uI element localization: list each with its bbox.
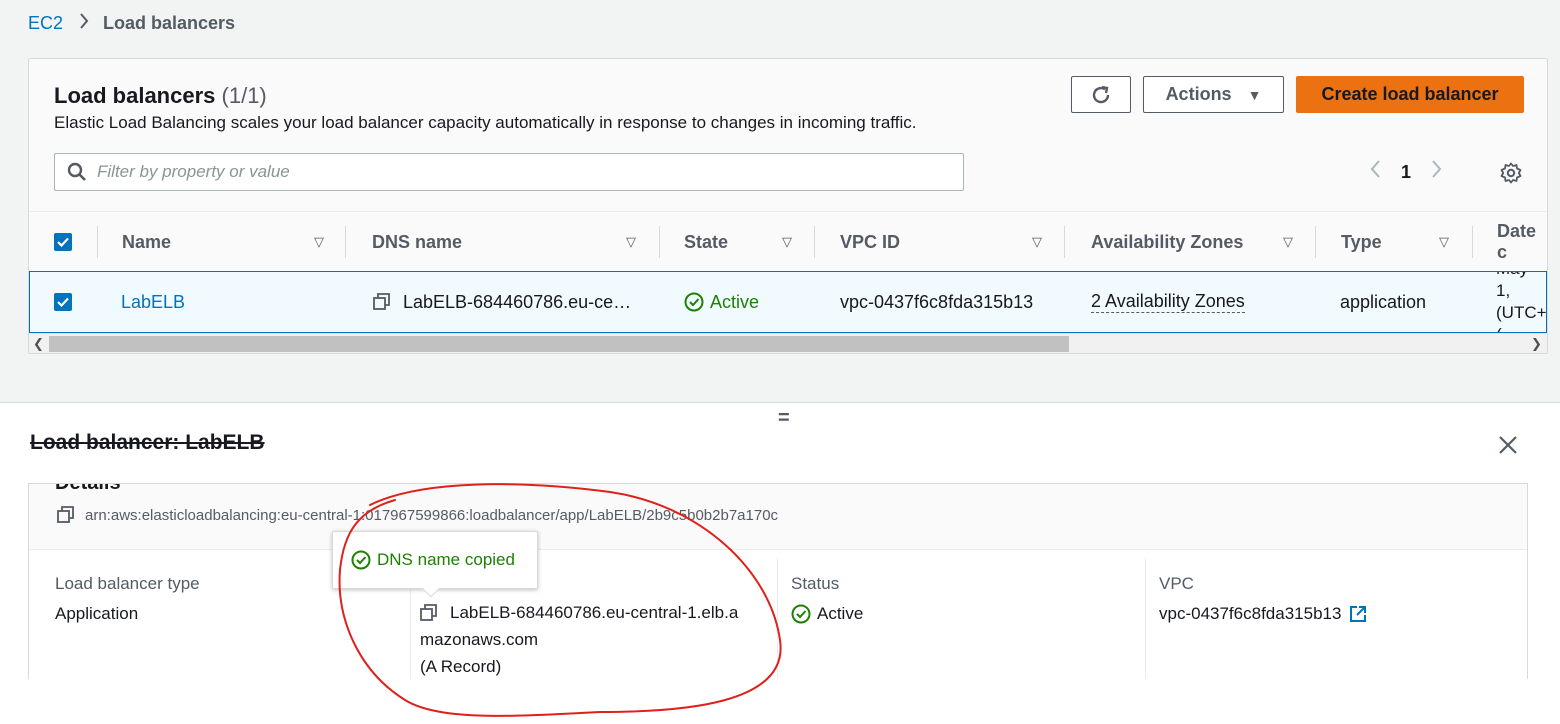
dns-line-3: (A Record) [420, 657, 502, 676]
breadcrumb-ec2-link[interactable]: EC2 [28, 13, 63, 34]
scroll-right-icon[interactable]: ❯ [1531, 334, 1542, 354]
breadcrumb-current: Load balancers [103, 13, 236, 33]
drag-handle-icon[interactable]: = [778, 407, 790, 430]
sort-icon[interactable]: ▽ [782, 234, 792, 250]
vpc-id-cell: vpc-0437f6c8fda315b13 [840, 291, 1034, 312]
azs-text[interactable]: 2 Availability Zones [1091, 291, 1245, 313]
column-header-dns[interactable]: DNS name ▽ [372, 212, 636, 271]
refresh-button[interactable] [1071, 76, 1131, 113]
select-all-checkbox[interactable] [54, 212, 72, 271]
filter-box [54, 153, 964, 191]
lb-name-link[interactable]: LabELB [121, 272, 185, 332]
column-header-vpc[interactable]: VPC ID ▽ [840, 212, 1042, 271]
check-circle-icon [351, 550, 371, 570]
scroll-left-icon[interactable]: ❮ [33, 334, 44, 354]
azs-cell[interactable]: 2 Availability Zones [1091, 272, 1245, 332]
check-circle-icon [791, 604, 811, 624]
breadcrumb: EC2 Load balancers [28, 13, 235, 34]
copied-tooltip: DNS name copied [332, 531, 538, 598]
scrollbar-thumb[interactable] [49, 336, 1069, 352]
date-line2: (UTC+( [1496, 303, 1547, 332]
sort-icon[interactable]: ▽ [1439, 234, 1449, 250]
tooltip-text: DNS name copied [377, 550, 515, 569]
sort-icon[interactable]: ▽ [1283, 234, 1293, 250]
dns-name-text: LabELB-684460786.eu-ce… [403, 291, 632, 312]
actions-button[interactable]: Actions ▼ [1143, 76, 1284, 113]
chevron-right-icon[interactable] [1431, 159, 1443, 185]
column-header-name[interactable]: Name ▽ [122, 212, 324, 271]
create-load-balancer-button[interactable]: Create load balancer [1296, 76, 1524, 113]
pagination: 1 [1369, 159, 1443, 185]
chevron-left-icon[interactable] [1369, 159, 1381, 185]
dns-line-1: LabELB-684460786.eu-central-1.elb.a [450, 603, 739, 622]
dns-line-2: mazonaws.com [420, 630, 539, 649]
check-circle-icon [684, 292, 704, 312]
vpc-link-text[interactable]: vpc-0437f6c8fda315b13 [1159, 604, 1341, 624]
column-header-type[interactable]: Type ▽ [1341, 212, 1449, 271]
details-title: Details [55, 483, 121, 494]
status-text: Active [817, 604, 864, 623]
actions-label: Actions [1165, 84, 1232, 104]
sort-icon[interactable]: ▽ [1032, 234, 1042, 250]
copy-icon[interactable] [420, 603, 438, 622]
status-field: Status Active [791, 550, 1141, 679]
chevron-right-icon [79, 13, 89, 34]
sort-icon[interactable]: ▽ [626, 234, 636, 250]
dns-name-cell: LabELB-684460786.eu-ce… [373, 272, 631, 332]
lb-type-value: Application [55, 604, 139, 623]
arn-row: arn:aws:elasticloadbalancing:eu-central-… [57, 506, 778, 524]
type-cell: application [1340, 291, 1427, 312]
load-balancers-panel: Load balancers (1/1) Elastic Load Balanc… [28, 58, 1548, 354]
dns-value: LabELB-684460786.eu-central-1.elb.a mazo… [420, 599, 770, 680]
state-text: Active [710, 291, 760, 312]
column-header-date[interactable]: Date c [1497, 212, 1547, 271]
panel-count: (1/1) [221, 83, 267, 108]
close-icon[interactable] [1498, 431, 1518, 462]
copy-icon[interactable] [373, 293, 391, 311]
panel-description: Elastic Load Balancing scales your load … [54, 113, 917, 132]
refresh-icon [1092, 85, 1110, 103]
horizontal-scrollbar[interactable]: ❮ ❯ [29, 333, 1547, 353]
details-header: Details arn:aws:elasticloadbalancing:eu-… [29, 483, 1527, 550]
arn-text: arn:aws:elasticloadbalancing:eu-central-… [85, 506, 779, 524]
status-label: Status [791, 574, 840, 593]
sort-icon[interactable]: ▽ [314, 234, 324, 250]
external-link-icon[interactable] [1349, 605, 1367, 623]
table-row[interactable]: LabELB LabELB-684460786.eu-ce… Active vp… [29, 271, 1547, 333]
column-header-state[interactable]: State ▽ [684, 212, 792, 271]
vpc-label: VPC [1159, 574, 1194, 593]
state-cell: Active [684, 272, 759, 332]
details-section: Details arn:aws:elasticloadbalancing:eu-… [28, 483, 1528, 679]
lb-type-label: Load balancer type [55, 574, 200, 593]
column-header-azs[interactable]: Availability Zones ▽ [1091, 212, 1293, 271]
search-input[interactable] [97, 162, 937, 182]
date-cell: May 1, (UTC+( [1496, 272, 1547, 332]
page-title: Load balancers (1/1) [54, 83, 267, 109]
panel-title-text: Load balancers [54, 83, 216, 108]
split-panel: = Load balancer: LabELB Details arn:aws:… [0, 402, 1560, 724]
vpc-link[interactable]: vpc-0437f6c8fda315b13 [1159, 604, 1367, 624]
gear-icon[interactable] [1499, 161, 1523, 190]
copy-icon[interactable] [57, 506, 75, 524]
table-header: Name ▽ DNS name ▽ State ▽ VPC ID ▽ Availabil… [29, 211, 1547, 271]
status-value: Active [791, 604, 863, 624]
page-number[interactable]: 1 [1401, 162, 1411, 183]
create-label: Create load balancer [1321, 84, 1499, 104]
vpc-field: VPC vpc-0437f6c8fda315b13 [1159, 550, 1509, 679]
search-icon [67, 162, 86, 181]
date-line1: May 1, [1496, 272, 1528, 300]
split-panel-title: Load balancer: LabELB [30, 431, 265, 454]
row-checkbox[interactable] [54, 272, 72, 332]
caret-down-icon: ▼ [1247, 86, 1262, 103]
